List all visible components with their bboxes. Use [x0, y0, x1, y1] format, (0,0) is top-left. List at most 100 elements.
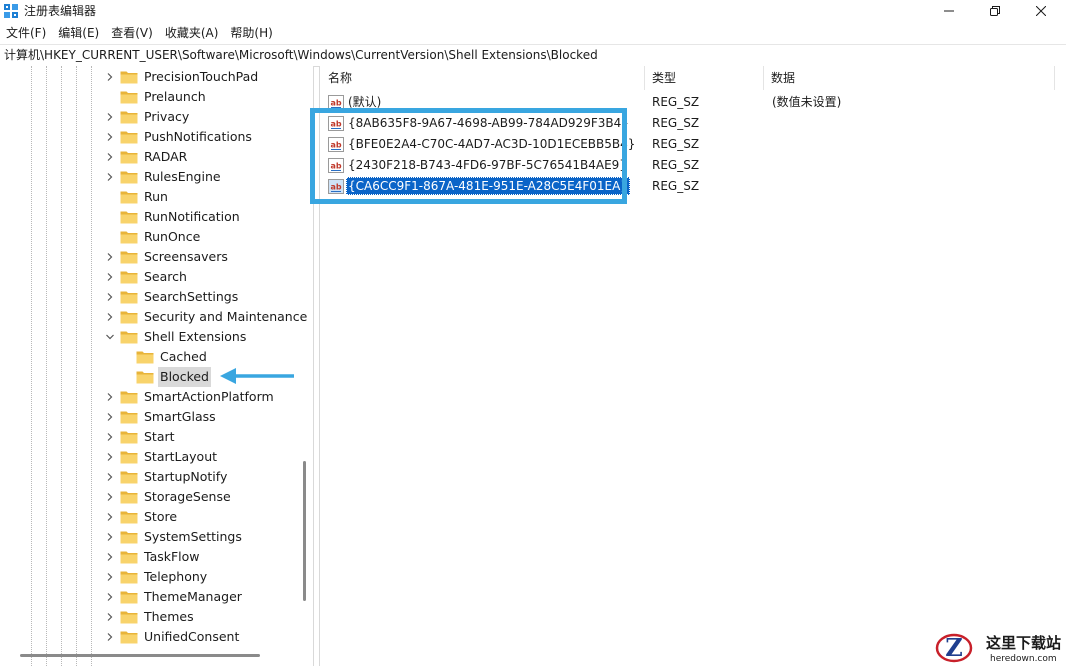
menu-favorites[interactable]: 收藏夹(A) — [159, 23, 225, 43]
tree-item-themes[interactable]: Themes — [104, 607, 196, 627]
tree-item-thememanager[interactable]: ThemeManager — [104, 587, 244, 607]
tree-expander[interactable] — [104, 547, 116, 567]
chevron-right-icon — [107, 133, 113, 141]
tree-item-label: RADAR — [144, 149, 188, 164]
tree-expander[interactable] — [104, 167, 116, 187]
tree-item-rulesengine[interactable]: RulesEngine — [104, 167, 223, 187]
tree-item-label: Blocked — [158, 367, 211, 387]
tree-expander[interactable] — [104, 67, 116, 87]
tree-expander[interactable] — [104, 427, 116, 447]
tree-item-startlayout[interactable]: StartLayout — [104, 447, 219, 467]
tree-item-runonce[interactable]: RunOnce — [104, 227, 202, 247]
tree-item-label: SmartGlass — [144, 409, 216, 424]
tree-expander[interactable] — [104, 387, 116, 407]
address-bar[interactable]: 计算机\HKEY_CURRENT_USER\Software\Microsoft… — [0, 44, 1066, 67]
tree-expander[interactable] — [104, 467, 116, 487]
chevron-right-icon — [107, 573, 113, 581]
folder-icon — [120, 291, 138, 304]
svg-text:ab: ab — [330, 99, 341, 108]
menu-file[interactable]: 文件(F) — [0, 23, 52, 43]
tree-item-run[interactable]: Run — [104, 187, 170, 207]
chevron-right-icon — [107, 513, 113, 521]
tree-vertical-scrollbar[interactable] — [303, 461, 306, 601]
tree-expander — [104, 207, 116, 227]
tree-expander[interactable] — [104, 627, 116, 647]
tree-item-start[interactable]: Start — [104, 427, 177, 447]
tree-item-label: Run — [144, 189, 168, 204]
window-title: 注册表编辑器 — [24, 4, 97, 18]
chevron-right-icon — [107, 293, 113, 301]
tree-item-shell-extensions[interactable]: Shell Extensions — [104, 327, 248, 347]
tree-expander[interactable] — [104, 447, 116, 467]
tree-item-unifiedconsent[interactable]: UnifiedConsent — [104, 627, 241, 647]
folder-icon — [120, 511, 138, 524]
tree-item-label: Screensavers — [144, 249, 228, 264]
folder-icon — [120, 331, 138, 344]
chevron-right-icon — [107, 553, 113, 561]
tree-expander[interactable] — [104, 127, 116, 147]
tree-item-label: ThemeManager — [144, 589, 242, 604]
tree-item-storagesense[interactable]: StorageSense — [104, 487, 233, 507]
tree-item-runnotification[interactable]: RunNotification — [104, 207, 242, 227]
folder-icon — [120, 631, 138, 644]
tree-item-pushnotifications[interactable]: PushNotifications — [104, 127, 254, 147]
tree-item-smartglass[interactable]: SmartGlass — [104, 407, 218, 427]
column-divider[interactable] — [1054, 66, 1055, 90]
tree-item-security-and-maintenance[interactable]: Security and Maintenance — [104, 307, 309, 327]
tree-item-screensavers[interactable]: Screensavers — [104, 247, 230, 267]
maximize-button[interactable] — [972, 0, 1018, 22]
column-header-name[interactable]: 名称 — [320, 66, 648, 90]
key-tree-pane[interactable]: PrecisionTouchPad Prelaunch Privacy PushNot… — [0, 66, 314, 666]
menu-view[interactable]: 查看(V) — [105, 23, 159, 43]
tree-expander[interactable] — [104, 267, 116, 287]
tree-item-label: Prelaunch — [144, 89, 206, 104]
menu-edit[interactable]: 编辑(E) — [52, 23, 105, 43]
folder-icon — [120, 591, 138, 604]
chevron-right-icon — [107, 253, 113, 261]
tree-expander[interactable] — [104, 147, 116, 167]
tree-item-systemsettings[interactable]: SystemSettings — [104, 527, 244, 547]
tree-expander[interactable] — [104, 407, 116, 427]
tree-expander[interactable] — [104, 527, 116, 547]
chevron-right-icon — [107, 413, 113, 421]
tree-item-store[interactable]: Store — [104, 507, 179, 527]
tree-item-smartactionplatform[interactable]: SmartActionPlatform — [104, 387, 276, 407]
minimize-button[interactable] — [926, 0, 972, 22]
tree-horizontal-scrollbar[interactable] — [20, 654, 260, 657]
close-button[interactable] — [1018, 0, 1064, 22]
tree-item-label: Search — [144, 269, 187, 284]
column-header-data[interactable]: 数据 — [763, 66, 1051, 90]
tree-item-radar[interactable]: RADAR — [104, 147, 189, 167]
tree-item-label: Start — [144, 429, 175, 444]
tree-expander[interactable] — [104, 607, 116, 627]
tree-expander[interactable] — [104, 327, 116, 347]
tree-item-telephony[interactable]: Telephony — [104, 567, 209, 587]
tree-expander[interactable] — [104, 307, 116, 327]
folder-icon — [120, 551, 138, 564]
tree-expander[interactable] — [104, 487, 116, 507]
tree-item-prelaunch[interactable]: Prelaunch — [104, 87, 208, 107]
column-header-type[interactable]: 类型 — [644, 66, 764, 90]
tree-expander[interactable] — [104, 287, 116, 307]
tree-item-label: TaskFlow — [144, 549, 200, 564]
tree-item-search[interactable]: Search — [104, 267, 189, 287]
tree-item-searchsettings[interactable]: SearchSettings — [104, 287, 240, 307]
tree-item-privacy[interactable]: Privacy — [104, 107, 191, 127]
folder-icon — [120, 131, 138, 144]
folder-icon — [120, 71, 138, 84]
tree-item-precisiontouchpad[interactable]: PrecisionTouchPad — [104, 67, 260, 87]
value-type: REG_SZ — [652, 116, 700, 130]
tree-expander[interactable] — [104, 507, 116, 527]
tree-expander[interactable] — [104, 247, 116, 267]
tree-item-blocked[interactable]: Blocked — [120, 367, 211, 387]
chevron-right-icon — [107, 453, 113, 461]
tree-expander[interactable] — [104, 587, 116, 607]
tree-expander[interactable] — [104, 107, 116, 127]
chevron-right-icon — [107, 313, 113, 321]
tree-expander[interactable] — [104, 567, 116, 587]
tree-item-cached[interactable]: Cached — [120, 347, 209, 367]
tree-item-taskflow[interactable]: TaskFlow — [104, 547, 202, 567]
tree-item-startupnotify[interactable]: StartupNotify — [104, 467, 229, 487]
value-type: REG_SZ — [652, 137, 700, 151]
menu-help[interactable]: 帮助(H) — [224, 23, 278, 43]
